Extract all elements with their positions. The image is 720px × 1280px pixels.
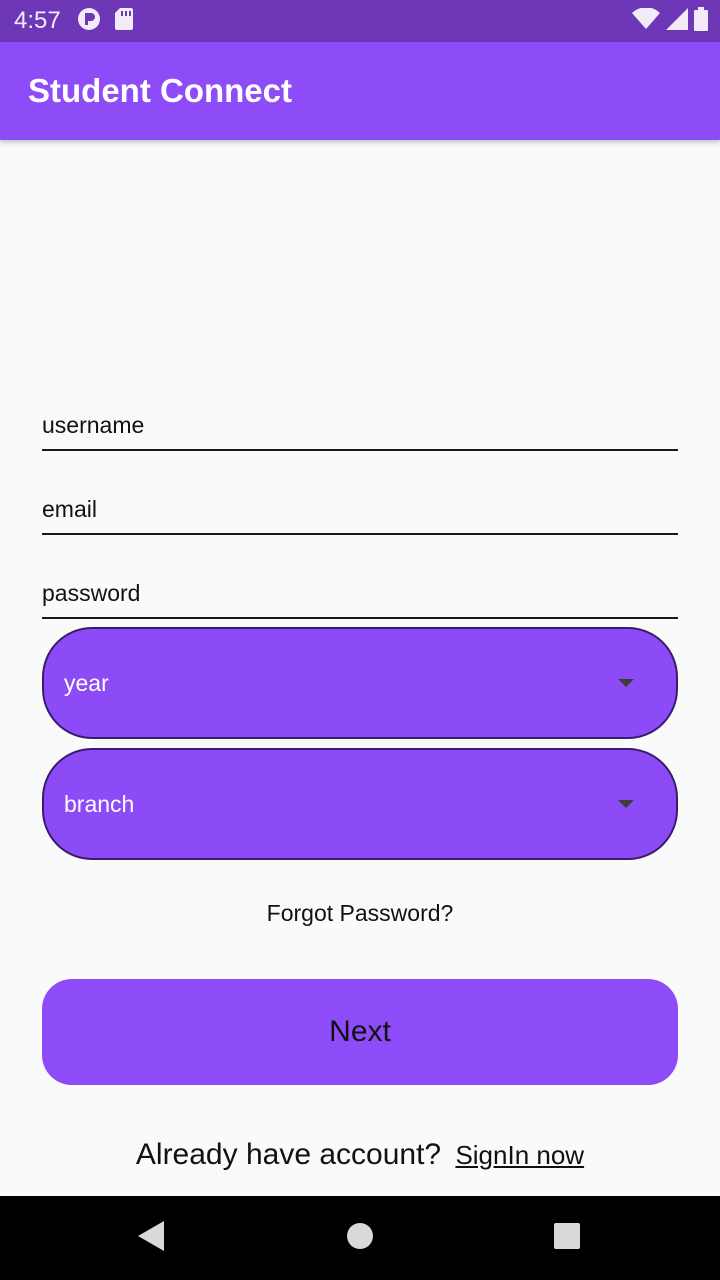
sd-card-icon: [114, 7, 133, 35]
next-button[interactable]: Next: [42, 979, 678, 1085]
back-button[interactable]: [111, 1196, 191, 1280]
password-input[interactable]: [42, 580, 678, 607]
cellular-signal-icon: [666, 7, 688, 35]
wifi-icon: [632, 6, 660, 35]
recents-button[interactable]: [527, 1196, 607, 1280]
back-icon: [138, 1220, 164, 1256]
recents-icon: [554, 1222, 580, 1254]
branch-dropdown-value: branch: [64, 790, 135, 817]
home-button[interactable]: [320, 1196, 400, 1280]
status-right-icons: [632, 0, 708, 42]
year-dropdown-value: year: [64, 669, 109, 696]
status-bar: 4:57: [0, 0, 720, 42]
dropdown-arrow-icon: [618, 800, 634, 808]
battery-icon: [694, 6, 708, 36]
dropdown-arrow-icon: [618, 679, 634, 687]
app-title: Student Connect: [28, 72, 292, 109]
app-notification-icon: [77, 7, 101, 36]
year-dropdown[interactable]: year: [42, 627, 678, 739]
password-field[interactable]: [42, 549, 678, 619]
system-nav-bar: [0, 1196, 720, 1280]
signin-prompt-text: Already have account?: [135, 1138, 442, 1171]
username-field[interactable]: [42, 381, 678, 451]
app-bar: Student Connect: [0, 42, 720, 140]
signin-prompt-row: Already have account? SignIn now: [0, 1138, 720, 1172]
username-input[interactable]: [42, 412, 678, 439]
status-time: 4:57: [14, 7, 61, 34]
branch-dropdown[interactable]: branch: [42, 748, 678, 860]
home-icon: [346, 1222, 374, 1255]
status-left-icons: [77, 7, 133, 36]
signin-now-link[interactable]: SignIn now: [455, 1140, 584, 1170]
forgot-password-link[interactable]: Forgot Password?: [0, 900, 720, 927]
email-input[interactable]: [42, 496, 678, 523]
email-field[interactable]: [42, 465, 678, 535]
